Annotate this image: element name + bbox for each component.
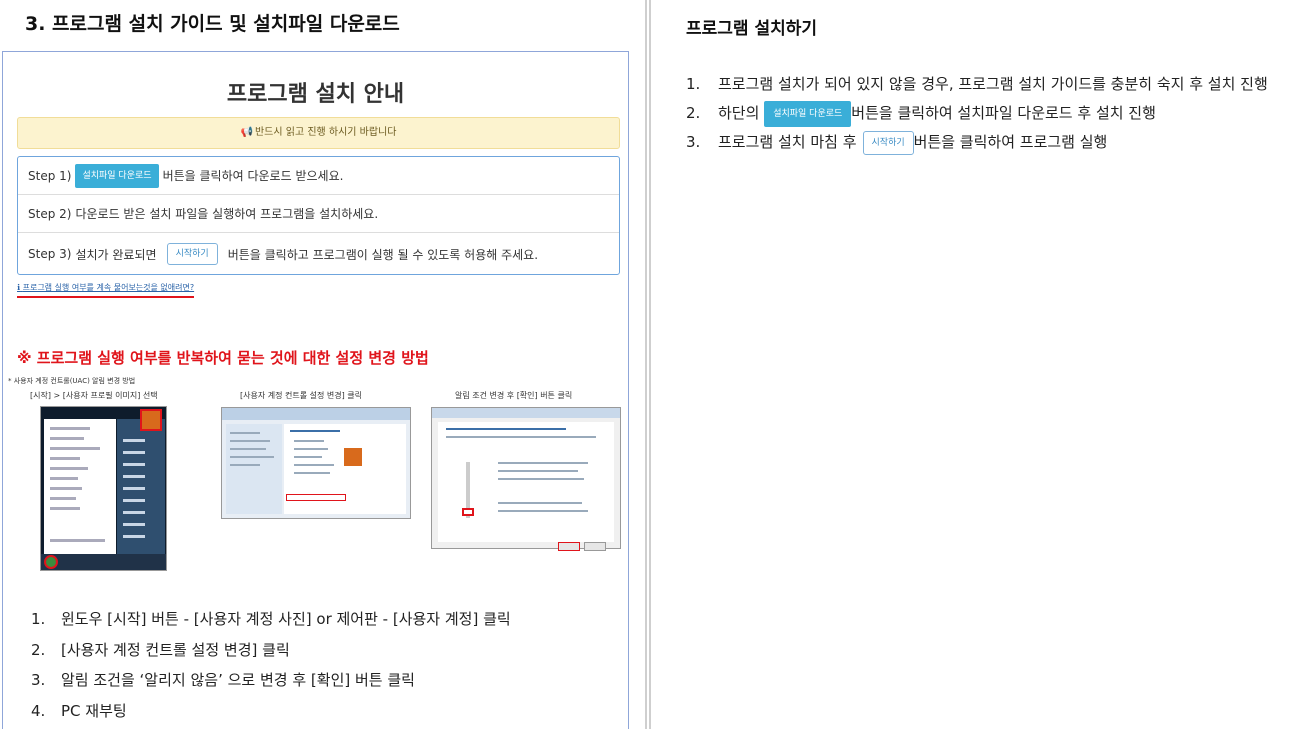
megaphone-icon: 📢 <box>240 127 253 138</box>
list-item: 1. 윈도우 [시작] 버튼 - [사용자 계정 사진] or 제어판 - [사용… <box>31 610 511 628</box>
install-steps-list: 1. 프로그램 설치가 되어 있지 않을 경우, 프로그램 설치 가이드를 충분히… <box>686 70 1296 157</box>
left-column: 3. 프로그램 설치 가이드 및 설치파일 다운로드 프로그램 설치 안내 📢 반… <box>0 0 640 729</box>
caption-start-menu: [시작] > [사용자 프로필 이미지] 선택 <box>30 391 158 400</box>
step-label: Step 3) <box>28 247 72 261</box>
caption-control-panel: [사용자 계정 컨트롤 설정 변경] 클릭 <box>240 391 362 400</box>
step-row-2: Step 2) 다운로드 받은 설치 파일을 실행하여 프로그램을 설치하세요. <box>18 195 619 233</box>
section-title: 3. 프로그램 설치 가이드 및 설치파일 다운로드 <box>25 13 400 35</box>
caption-uac-settings: 알림 조건 변경 후 [확인] 버튼 클릭 <box>455 391 573 400</box>
step-label: Step 1) <box>28 168 72 183</box>
column-divider <box>645 0 651 729</box>
step-row-3: Step 3) 설치가 완료되면 시작하기 버튼을 클릭하고 프로그램이 실행 … <box>18 233 619 275</box>
user-picture-icon <box>140 409 162 431</box>
step-text: 설치가 완료되면 <box>75 247 157 262</box>
list-item: 3. 알림 조건을 ‘알리지 않음’ 으로 변경 후 [확인] 버튼 클릭 <box>31 671 415 689</box>
download-installer-button[interactable]: 설치파일 다운로드 <box>764 100 852 127</box>
steps-box: Step 1) 설치파일 다운로드 버튼을 클릭하여 다운로드 받으세요. St… <box>17 156 620 275</box>
step-label: Step 2) <box>28 206 72 221</box>
uac-slider-thumb <box>462 508 474 516</box>
list-item: 3. 프로그램 설치 마침 후 시작하기 버튼을 클릭하여 프로그램 실행 <box>686 128 1296 157</box>
uac-link-highlight <box>286 494 346 501</box>
list-item: 4. PC 재부팅 <box>31 701 127 720</box>
uac-help-link[interactable]: ℹ 프로그램 실행 여부를 계속 물어보는것을 없애려면? <box>17 282 195 298</box>
guide-title: 프로그램 설치 안내 <box>226 82 405 107</box>
step-row-1: Step 1) 설치파일 다운로드 버튼을 클릭하여 다운로드 받으세요. <box>18 157 619 195</box>
step-text: 다운로드 받은 설치 파일을 실행하여 프로그램을 설치하세요. <box>75 207 379 221</box>
list-item: 2. 하단의 설치파일 다운로드 버튼을 클릭하여 설치파일 다운로드 후 설치 진… <box>686 99 1296 128</box>
uac-cancel-button <box>584 542 606 551</box>
list-item: 1. 프로그램 설치가 되어 있지 않을 경우, 프로그램 설치 가이드를 충분히… <box>686 75 1268 93</box>
notice-banner: 📢 반드시 읽고 진행 하시기 바랍니다 <box>17 117 620 149</box>
start-button[interactable]: 시작하기 <box>166 243 218 265</box>
install-guide-frame: 프로그램 설치 안내 📢 반드시 읽고 진행 하시기 바랍니다 Step 1) 설… <box>2 51 629 729</box>
uac-steps-list: 1. 윈도우 [시작] 버튼 - [사용자 계정 사진] or 제어판 - [사용… <box>31 604 511 726</box>
step-text: 버튼을 클릭하여 다운로드 받으세요. <box>162 169 344 183</box>
windows-start-icon <box>44 555 58 569</box>
notice-text: 반드시 읽고 진행 하시기 바랍니다 <box>254 127 397 138</box>
uac-settings-screenshot <box>431 407 621 551</box>
control-panel-screenshot <box>221 407 411 519</box>
uac-ok-button <box>558 542 580 551</box>
info-circle-icon: ℹ <box>17 283 21 292</box>
step-text: 버튼을 클릭하고 프로그램이 실행 될 수 있도록 허용해 주세요. <box>227 247 539 262</box>
uac-note: * 사용자 계정 컨트롤(UAC) 알림 변경 방법 <box>8 377 136 385</box>
list-item: 2. [사용자 계정 컨트롤 설정 변경] 클릭 <box>31 640 290 659</box>
download-installer-button[interactable]: 설치파일 다운로드 <box>75 163 159 188</box>
start-menu-screenshot <box>40 406 167 571</box>
account-picture-icon <box>344 448 362 466</box>
right-section-title: 프로그램 설치하기 <box>686 19 818 39</box>
start-button[interactable]: 시작하기 <box>862 130 914 155</box>
help-link-text: 프로그램 실행 여부를 계속 물어보는것을 없애려면? <box>22 283 195 292</box>
uac-section-heading: ※ 프로그램 실행 여부를 반복하여 묻는 것에 대한 설정 변경 방법 <box>17 349 429 367</box>
